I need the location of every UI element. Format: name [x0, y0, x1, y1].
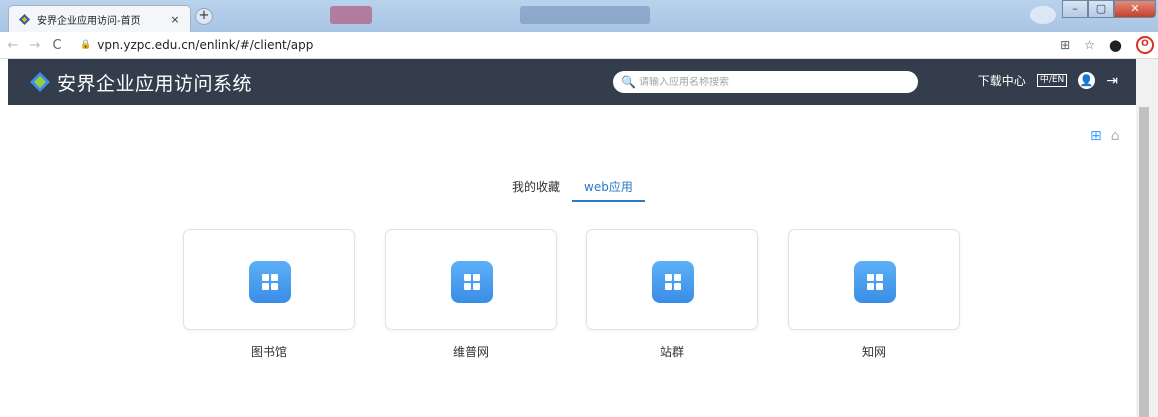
app-grid-icon	[854, 261, 896, 303]
site-favicon-icon	[19, 13, 30, 25]
reload-icon[interactable]: C	[48, 38, 66, 53]
browser-tab-strip: 安界企业应用访问-首页 × + – ▢ ✕	[0, 0, 1158, 32]
download-center-link[interactable]: 下载中心	[978, 72, 1026, 89]
scrollbar-thumb[interactable]	[1139, 107, 1149, 417]
background-window-strip	[1030, 6, 1056, 24]
search-icon[interactable]: 🔍	[621, 75, 636, 89]
app-label: 站群	[659, 345, 684, 359]
app-card-cnki[interactable]	[788, 229, 960, 330]
app-label: 图书馆	[250, 345, 287, 359]
view-toggle-group: ⊞ ⌂	[1090, 128, 1120, 144]
new-tab-button[interactable]: +	[195, 8, 213, 25]
language-switch-icon[interactable]: 中/EN	[1036, 74, 1068, 87]
profile-avatar-icon[interactable]: ●	[1109, 36, 1122, 54]
app-search-box: 🔍	[613, 71, 918, 93]
app-header: 安界企业应用访问系统 🔍 下载中心 中/EN 👤 ⇥	[8, 59, 1136, 105]
background-window-strip	[330, 6, 372, 24]
logout-icon[interactable]: ⇥	[1106, 73, 1118, 89]
app-category-tabs: 我的收藏 web应用	[500, 170, 645, 202]
window-controls: – ▢ ✕	[1062, 0, 1156, 20]
forward-icon[interactable]: →	[26, 38, 44, 53]
app-card-library[interactable]	[183, 229, 355, 330]
maximize-window-button[interactable]: ▢	[1088, 0, 1114, 18]
app-grid-icon	[451, 261, 493, 303]
app-label: 知网	[861, 345, 886, 359]
tab-favorites[interactable]: 我的收藏	[500, 170, 572, 202]
app-label: 维普网	[452, 345, 489, 359]
address-bar: ← → C 🔒 vpn.yzpc.edu.cn/enlink/#/client/…	[0, 32, 1158, 59]
tab-close-icon[interactable]: ×	[168, 13, 182, 26]
close-window-button[interactable]: ✕	[1114, 0, 1156, 18]
app-grid-icon	[249, 261, 291, 303]
background-window-strip	[520, 6, 650, 24]
app-card-site-group[interactable]	[586, 229, 758, 330]
tab-web-apps[interactable]: web应用	[572, 170, 645, 202]
home-icon[interactable]: ⌂	[1111, 128, 1120, 144]
url-field[interactable]: vpn.yzpc.edu.cn/enlink/#/client/app	[97, 38, 313, 52]
lock-icon[interactable]: 🔒	[80, 40, 91, 50]
grid-view-icon[interactable]: ⊞	[1090, 128, 1102, 144]
minimize-window-button[interactable]: –	[1062, 0, 1088, 18]
header-actions: 下载中心 中/EN 👤 ⇥	[978, 72, 1118, 89]
app-grid-icon	[652, 261, 694, 303]
extension-icon[interactable]: O	[1136, 36, 1154, 54]
logo-icon	[30, 72, 50, 92]
tab-title: 安界企业应用访问-首页	[37, 15, 141, 27]
vertical-scrollbar[interactable]	[1136, 59, 1158, 417]
address-bar-actions: ⊞ ☆ ● O	[1060, 36, 1154, 54]
bookmark-star-icon[interactable]: ☆	[1084, 38, 1095, 52]
browser-tab[interactable]: 安界企业应用访问-首页 ×	[8, 5, 191, 32]
back-icon[interactable]: ←	[4, 38, 22, 53]
search-input[interactable]	[638, 76, 909, 88]
translate-icon[interactable]: ⊞	[1060, 38, 1070, 52]
app-card-vip[interactable]	[385, 229, 557, 330]
app-title: 安界企业应用访问系统	[57, 72, 253, 95]
user-icon[interactable]: 👤	[1078, 72, 1096, 89]
